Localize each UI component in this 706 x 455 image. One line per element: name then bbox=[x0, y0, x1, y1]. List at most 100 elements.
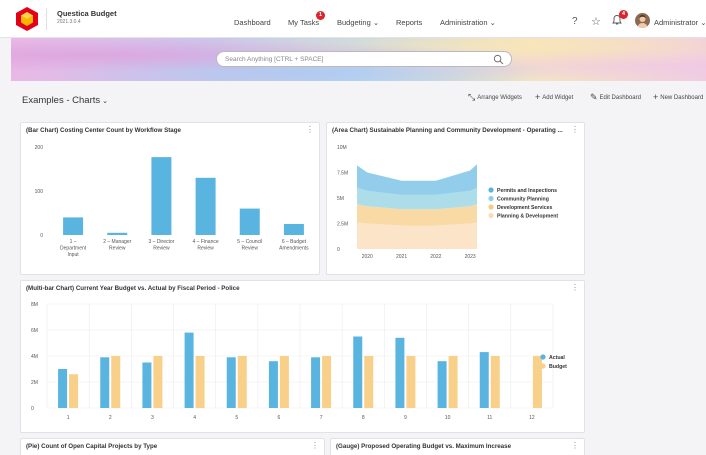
user-menu[interactable]: Administrator ⌄ bbox=[654, 18, 706, 27]
area-chart: 0 2.5M 5M 7.5M 10M 2020 2021 2022 2023 Permits an… bbox=[337, 145, 558, 260]
bar bbox=[239, 208, 260, 235]
bar-chart-widget: (Bar Chart) Costing Center Count by Work… bbox=[20, 122, 320, 275]
area-chart-widget: (Area Chart) Sustainable Planning and Co… bbox=[326, 122, 585, 275]
area-series bbox=[357, 164, 477, 195]
top-bar: Questica Budget 2021.3.0.4 Dashboard My … bbox=[0, 0, 706, 38]
divider bbox=[46, 8, 47, 30]
chevron-down-icon: ⌄ bbox=[100, 98, 108, 105]
search-icon[interactable] bbox=[493, 54, 504, 65]
x-tick-label: 1 – Department Input bbox=[60, 239, 87, 258]
x-tick-label: 4 bbox=[193, 415, 196, 421]
x-tick-label: 8 bbox=[362, 415, 365, 421]
area-series bbox=[357, 222, 477, 249]
y-tick-label: 8M bbox=[31, 302, 38, 308]
nav-budgeting[interactable]: Budgeting ⌄ bbox=[337, 18, 379, 27]
legend-swatch bbox=[488, 204, 494, 210]
notifications-badge: 4 bbox=[619, 10, 628, 19]
bar bbox=[184, 332, 194, 408]
bar bbox=[437, 361, 447, 408]
bar bbox=[58, 369, 68, 408]
avatar[interactable] bbox=[635, 13, 650, 28]
arrange-widgets-button[interactable]: ⤡ Arrange Widgets bbox=[468, 92, 522, 103]
bar bbox=[532, 356, 542, 408]
bar bbox=[395, 337, 405, 408]
search-input[interactable] bbox=[225, 54, 485, 65]
x-tick-label: 2020 bbox=[362, 254, 373, 260]
pencil-icon: ✎ bbox=[590, 92, 598, 102]
multibar-chart-widget: (Multi-bar Chart) Current Year Budget vs… bbox=[20, 280, 585, 433]
chevron-down-icon: ⌄ bbox=[698, 18, 706, 27]
legend-swatch bbox=[540, 363, 546, 369]
bar bbox=[311, 357, 321, 408]
kebab-menu-icon[interactable]: ⋮ bbox=[571, 442, 579, 450]
y-tick-label: 7.5M bbox=[337, 171, 348, 177]
x-tick-label: 10 bbox=[445, 415, 451, 421]
arrange-icon: ⤡ bbox=[468, 92, 476, 102]
bar bbox=[283, 224, 304, 235]
x-tick-label: 1 bbox=[67, 415, 70, 421]
bar bbox=[226, 357, 236, 408]
help-icon[interactable]: ? bbox=[572, 16, 578, 27]
bar bbox=[448, 356, 458, 408]
my-tasks-badge: 1 bbox=[316, 11, 325, 20]
bar bbox=[63, 217, 84, 235]
bar bbox=[479, 352, 489, 408]
y-tick-label: 6M bbox=[31, 328, 38, 334]
x-tick-label: 2022 bbox=[430, 254, 441, 260]
legend-label: Actual bbox=[549, 355, 565, 361]
widget-title: (Pie) Count of Open Capital Projects by … bbox=[26, 443, 158, 450]
x-tick-label: 3 bbox=[151, 415, 154, 421]
bar bbox=[406, 356, 416, 408]
bar bbox=[353, 336, 363, 408]
search-box[interactable] bbox=[216, 51, 512, 67]
bar bbox=[195, 356, 205, 408]
nav-reports[interactable]: Reports bbox=[396, 18, 422, 27]
favorites-star-icon[interactable]: ☆ bbox=[591, 15, 601, 28]
legend-label: Community Planning bbox=[497, 197, 549, 203]
bar-chart: 0 100 200 1 – Department Input 2 – Manager Revi… bbox=[35, 145, 309, 258]
widget-title: (Gauge) Proposed Operating Budget vs. Ma… bbox=[336, 443, 512, 450]
bar bbox=[279, 356, 289, 408]
y-tick-label: 100 bbox=[35, 189, 44, 195]
app-name: Questica Budget bbox=[57, 9, 117, 18]
x-tick-label: 2 – Manager Review bbox=[103, 239, 131, 252]
edit-dashboard-button[interactable]: ✎ Edit Dashboard bbox=[590, 92, 641, 103]
questica-logo-icon[interactable] bbox=[14, 6, 40, 32]
pie-chart-widget: (Pie) Count of Open Capital Projects by … bbox=[20, 438, 325, 455]
y-tick-label: 4M bbox=[31, 354, 38, 360]
x-tick-label: 12 bbox=[529, 415, 535, 421]
add-widget-button[interactable]: + Add Widget bbox=[535, 92, 573, 102]
add-widget-label: Add Widget bbox=[542, 95, 574, 101]
x-tick-label: 3 – Director Review bbox=[148, 239, 174, 252]
nav-budgeting-label: Budgeting bbox=[337, 18, 371, 27]
nav-dashboard[interactable]: Dashboard bbox=[234, 18, 271, 27]
y-tick-label: 10M bbox=[337, 145, 347, 151]
x-tick-label: 7 bbox=[320, 415, 323, 421]
x-tick-label: 2021 bbox=[396, 254, 407, 260]
bar bbox=[364, 356, 374, 408]
nav-my-tasks[interactable]: My Tasks bbox=[288, 18, 319, 27]
plus-icon: + bbox=[535, 92, 541, 102]
x-tick-label: 5 bbox=[235, 415, 238, 421]
new-dashboard-button[interactable]: + New Dashboard bbox=[653, 92, 703, 102]
legend-label: Budget bbox=[549, 364, 567, 370]
bar bbox=[490, 356, 500, 408]
y-tick-label: 0 bbox=[337, 247, 340, 253]
bar bbox=[195, 177, 216, 235]
nav-administration[interactable]: Administration ⌄ bbox=[440, 18, 496, 27]
legend-swatch bbox=[488, 187, 494, 193]
multibar-chart: 02M4M6M8M1 2 3 4 5 6 7 8 9 10 11 12ActualBudget bbox=[31, 302, 567, 421]
y-tick-label: 0 bbox=[31, 406, 34, 412]
bar bbox=[153, 356, 163, 408]
bar bbox=[237, 356, 247, 408]
dashboard-selector[interactable]: Examples - Charts ⌄ bbox=[22, 95, 108, 106]
kebab-menu-icon[interactable]: ⋮ bbox=[311, 442, 319, 450]
legend-swatch bbox=[488, 195, 494, 202]
x-tick-label: 11 bbox=[487, 415, 492, 421]
bar bbox=[100, 357, 110, 408]
page-title: Examples - Charts bbox=[22, 95, 101, 106]
chevron-down-icon: ⌄ bbox=[370, 18, 380, 27]
legend-swatch bbox=[488, 212, 494, 219]
x-tick-label: 2023 bbox=[465, 254, 476, 260]
app-version: 2021.3.0.4 bbox=[57, 19, 81, 25]
